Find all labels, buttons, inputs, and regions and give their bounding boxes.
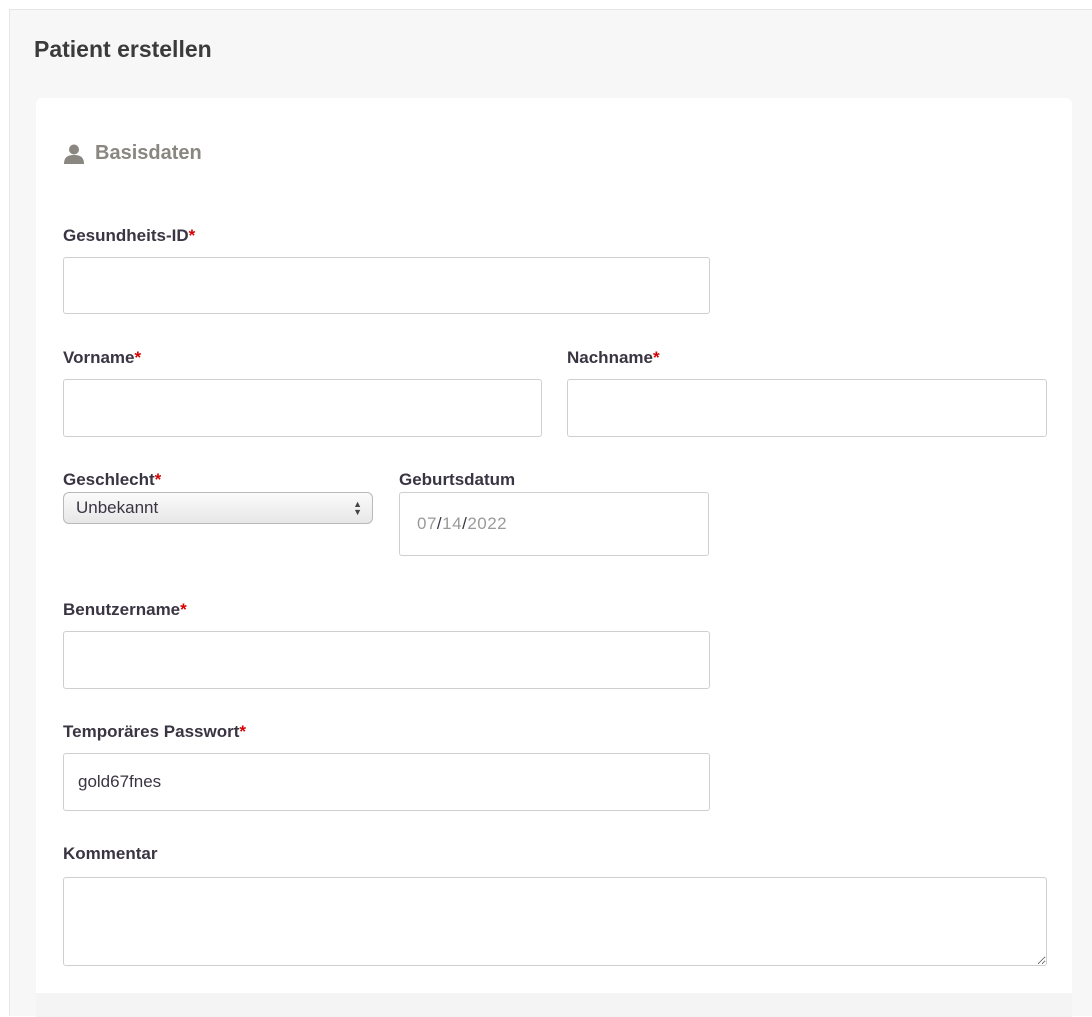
last-name-label-text: Nachname — [567, 348, 653, 367]
first-name-label: Vorname* — [63, 348, 141, 368]
gender-label: Geschlecht* — [63, 470, 161, 490]
first-name-label-text: Vorname — [63, 348, 135, 367]
birth-date-month[interactable]: 07 — [417, 514, 437, 534]
card-footer — [36, 993, 1072, 1017]
gender-select-value: Unbekannt — [76, 498, 159, 517]
page-title: Patient erstellen — [34, 36, 212, 62]
select-arrows-icon: ▲ ▼ — [353, 499, 362, 517]
temp-password-label: Temporäres Passwort* — [63, 722, 246, 742]
username-label: Benutzername* — [63, 600, 187, 620]
user-icon — [63, 144, 85, 164]
health-id-label: Gesundheits-ID* — [63, 226, 195, 246]
section-header: Basisdaten — [63, 142, 202, 165]
required-marker: * — [652, 348, 660, 367]
username-label-text: Benutzername — [63, 600, 181, 619]
required-marker: * — [134, 348, 142, 367]
required-marker: * — [180, 600, 187, 619]
comment-textarea[interactable] — [63, 877, 1047, 966]
temp-password-label-text: Temporäres Passwort — [63, 722, 240, 741]
gender-select[interactable]: Unbekannt ▲ ▼ — [63, 492, 373, 524]
gender-label-text: Geschlecht — [63, 470, 155, 489]
required-marker: * — [188, 226, 196, 245]
birth-date-day[interactable]: 14 — [442, 514, 462, 534]
temp-password-field[interactable] — [63, 753, 710, 811]
username-field[interactable] — [63, 631, 710, 689]
form-card: Basisdaten Gesundheits-ID* Vorname* Nach… — [36, 98, 1072, 1017]
health-id-field[interactable] — [63, 257, 710, 314]
page-container: Patient erstellen Basisdaten Gesundheits… — [9, 9, 1092, 1017]
first-name-field[interactable] — [63, 379, 542, 437]
birth-date-year[interactable]: 2022 — [467, 514, 507, 534]
last-name-label: Nachname* — [567, 348, 660, 368]
section-title: Basisdaten — [95, 142, 202, 164]
required-marker: * — [239, 722, 246, 741]
health-id-label-text: Gesundheits-ID — [63, 226, 189, 245]
birth-date-field[interactable]: 07/14/2022 — [399, 492, 709, 556]
required-marker: * — [154, 470, 162, 489]
last-name-field[interactable] — [567, 379, 1047, 437]
birth-date-label: Geburtsdatum — [399, 470, 516, 489]
comment-label: Kommentar — [63, 844, 158, 863]
